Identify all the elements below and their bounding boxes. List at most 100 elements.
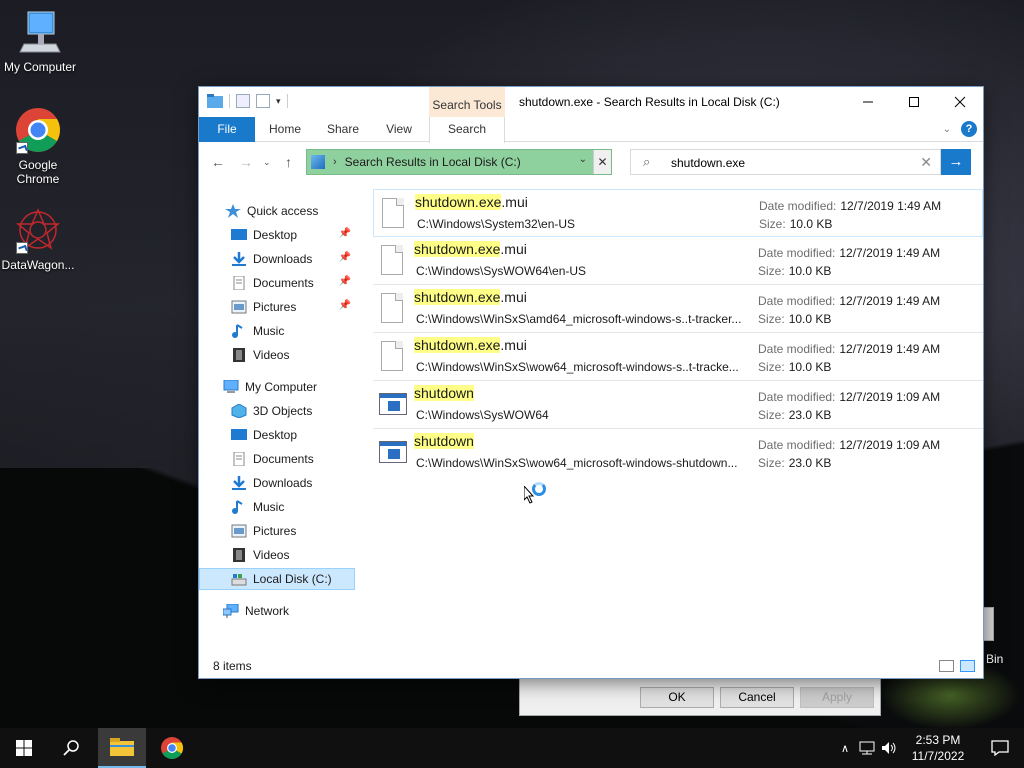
desktop-icon-google-chrome[interactable]: Google Chrome xyxy=(0,106,78,186)
nav-qa-pictures[interactable]: Pictures 📌 xyxy=(199,296,355,318)
list-item[interactable]: shutdown.exe.mui C:\Windows\System32\en-… xyxy=(373,189,983,237)
customize-toolbar-icon[interactable]: ▾ xyxy=(276,96,281,107)
list-item[interactable]: shutdown.exe.mui C:\Windows\SysWOW64\en-… xyxy=(373,237,983,285)
computer-icon xyxy=(223,380,239,393)
file-size: Size: 10.0 KB xyxy=(758,264,831,278)
tab-view[interactable]: View xyxy=(379,117,419,142)
nav-label: Documents xyxy=(253,452,314,466)
application-icon xyxy=(379,437,407,467)
nav-pc-pictures[interactable]: Pictures xyxy=(199,520,355,542)
nav-quick-access[interactable]: Quick access xyxy=(199,200,355,222)
download-icon xyxy=(232,476,246,490)
chrome-icon xyxy=(14,106,62,154)
file-name: shutdown xyxy=(414,385,474,401)
3d-objects-icon xyxy=(231,404,247,418)
desktop-icon-my-computer[interactable]: My Computer xyxy=(0,8,80,74)
nav-pc-music[interactable]: Music xyxy=(199,496,355,518)
expand-ribbon-icon[interactable]: ⌄ xyxy=(943,124,951,135)
nav-qa-documents[interactable]: Documents 📌 xyxy=(199,272,355,294)
pin-icon[interactable]: 📌 xyxy=(339,252,351,263)
title-bar[interactable]: ▾ Search Tools shutdown.exe - Search Res… xyxy=(199,87,983,117)
nav-qa-music[interactable]: Music xyxy=(199,320,355,342)
tab-search[interactable]: Search xyxy=(429,117,505,143)
nav-qa-downloads[interactable]: Downloads 📌 xyxy=(199,248,355,270)
address-bar[interactable]: › Search Results in Local Disk (C:) ⌄ ✕ xyxy=(306,149,612,175)
meta-value: 12/7/2019 1:49 AM xyxy=(839,294,941,308)
clock[interactable]: 2:53 PM 11/7/2022 xyxy=(900,732,976,764)
nav-pc-documents[interactable]: Documents xyxy=(199,448,355,470)
content-view-icon[interactable] xyxy=(960,660,975,672)
nav-label: Pictures xyxy=(253,524,297,538)
address-dropdown-icon[interactable]: ⌄ xyxy=(579,154,587,165)
nav-pc-local-disk[interactable]: Local Disk (C:) xyxy=(199,568,355,590)
nav-pc-downloads[interactable]: Downloads xyxy=(199,472,355,494)
notifications-icon xyxy=(991,740,1009,756)
back-arrow-icon[interactable]: ← xyxy=(211,154,225,170)
nav-qa-desktop[interactable]: Desktop 📌 xyxy=(199,224,355,246)
desktop-icon xyxy=(231,429,247,440)
minimize-icon xyxy=(863,101,873,103)
search-go-button[interactable]: → xyxy=(941,149,971,175)
forward-arrow-icon[interactable]: → xyxy=(239,154,253,170)
navigation-pane: Quick access Desktop 📌 Downloads 📌 Docum… xyxy=(199,187,359,647)
nav-label: Downloads xyxy=(253,252,313,266)
show-hidden-icons-icon[interactable]: ∧ xyxy=(834,742,856,755)
cancel-button[interactable]: Cancel xyxy=(720,687,794,708)
taskbar: ∧ 2:53 PM 11/7/2022 xyxy=(0,728,1024,768)
nav-pc-3d-objects[interactable]: 3D Objects xyxy=(199,400,355,422)
name-rest: .mui xyxy=(501,194,528,210)
meta-value: 23.0 KB xyxy=(788,408,832,422)
list-item[interactable]: shutdown C:\Windows\WinSxS\wow64_microso… xyxy=(373,429,983,477)
desktop-icon-datawagon[interactable]: DataWagon... xyxy=(0,206,78,272)
nav-network[interactable]: Network xyxy=(199,600,355,622)
close-icon xyxy=(954,96,966,108)
recycle-bin-label: Bin xyxy=(986,652,1004,666)
network-icon[interactable] xyxy=(856,740,878,756)
recent-locations-icon[interactable]: ⌄ xyxy=(263,157,271,168)
meta-label: Date modified: xyxy=(758,390,836,404)
help-icon[interactable]: ? xyxy=(961,121,977,137)
taskbar-file-explorer[interactable] xyxy=(98,728,146,768)
pin-icon[interactable]: 📌 xyxy=(339,300,351,311)
list-item[interactable]: shutdown C:\Windows\SysWOW64 Date modifi… xyxy=(373,381,983,429)
ok-button[interactable]: OK xyxy=(640,687,714,708)
search-clear-icon[interactable]: ✕ xyxy=(920,154,932,171)
up-arrow-icon[interactable]: ↑ xyxy=(285,154,292,170)
taskbar-chrome[interactable] xyxy=(148,728,196,768)
volume-icon[interactable] xyxy=(878,740,900,756)
nav-qa-videos[interactable]: Videos xyxy=(199,344,355,366)
action-center-button[interactable] xyxy=(976,740,1024,756)
pin-icon[interactable]: 📌 xyxy=(339,276,351,287)
tab-file[interactable]: File xyxy=(199,117,255,142)
nav-label: Local Disk (C:) xyxy=(253,572,332,586)
nav-my-computer[interactable]: My Computer xyxy=(199,376,355,398)
list-item[interactable]: shutdown.exe.mui C:\Windows\WinSxS\amd64… xyxy=(373,285,983,333)
new-folder-icon[interactable] xyxy=(256,94,270,108)
nav-label: Network xyxy=(245,604,290,618)
nav-label: Videos xyxy=(253,348,290,362)
toolbar-separator xyxy=(286,94,288,108)
name-highlight: shutdown.exe xyxy=(414,337,501,353)
pin-icon[interactable]: 📌 xyxy=(339,228,351,239)
properties-icon[interactable] xyxy=(236,94,250,108)
nav-label: Pictures xyxy=(253,300,297,314)
maximize-button[interactable] xyxy=(891,87,937,117)
close-button[interactable] xyxy=(937,87,983,117)
clear-search-icon[interactable]: ✕ xyxy=(593,150,611,174)
tab-share[interactable]: Share xyxy=(321,117,365,142)
search-button[interactable] xyxy=(48,728,96,768)
tab-home[interactable]: Home xyxy=(263,117,307,142)
apply-button[interactable]: Apply xyxy=(800,687,874,708)
nav-pc-videos[interactable]: Videos xyxy=(199,544,355,566)
search-input[interactable]: ⌕ shutdown.exe ✕ xyxy=(630,149,941,175)
nav-pc-desktop[interactable]: Desktop xyxy=(199,424,355,446)
details-view-icon[interactable] xyxy=(939,660,954,672)
minimize-button[interactable] xyxy=(845,87,891,117)
breadcrumb-chevron-icon[interactable]: › xyxy=(333,156,337,168)
file-name: shutdown.exe.mui xyxy=(415,194,528,210)
shortcut-arrow-icon xyxy=(16,142,28,154)
name-highlight: shutdown xyxy=(414,433,474,449)
list-item[interactable]: shutdown.exe.mui C:\Windows\WinSxS\wow64… xyxy=(373,333,983,381)
meta-value: 10.0 KB xyxy=(788,312,832,326)
start-button[interactable] xyxy=(0,728,48,768)
